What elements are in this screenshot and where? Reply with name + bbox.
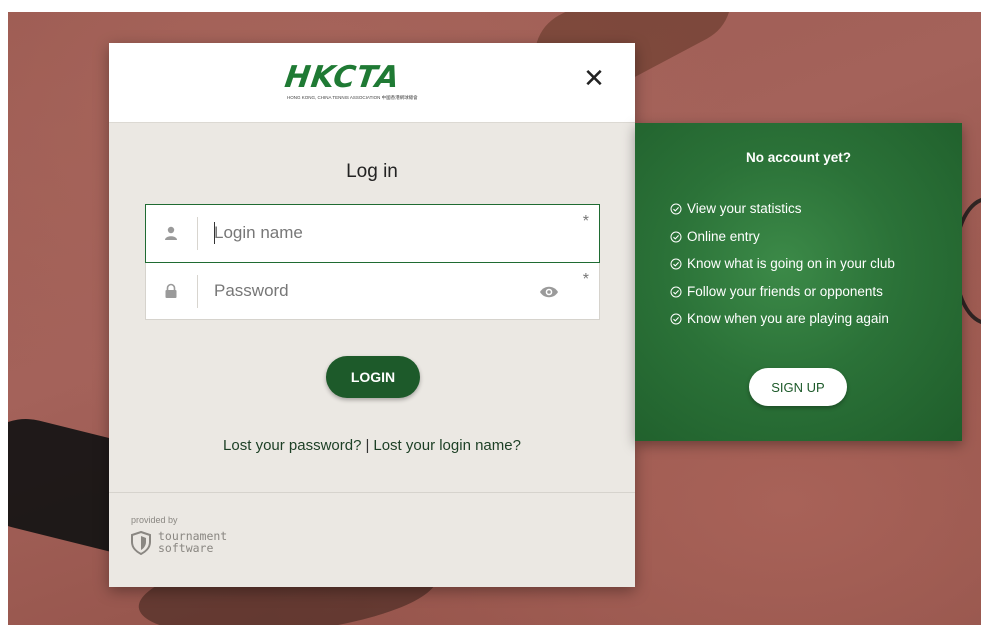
eye-icon[interactable] (539, 285, 559, 299)
lost-login-name-link[interactable]: Lost your login name? (373, 437, 521, 454)
benefit-text: Know when you are playing again (687, 311, 889, 326)
benefit-text: Know what is going on in your club (687, 256, 895, 271)
user-icon (165, 226, 177, 240)
modal-footer: provided by tournament software (109, 492, 635, 587)
modal-header: HKCTA HONG KONG, CHINA TENNIS ASSOCIATIO… (109, 43, 635, 123)
sign-up-button[interactable]: SIGN UP (749, 368, 847, 406)
tournament-software-logo[interactable]: tournament software (131, 529, 251, 559)
logo-subtitle: HONG KONG, CHINA TENNIS ASSOCIATION 中國香港… (287, 95, 418, 100)
benefit-text: Online entry (687, 228, 760, 244)
check-circle-icon (670, 231, 682, 242)
list-item: View your statistics (670, 195, 895, 223)
hkcta-logo: HKCTA HONG KONG, CHINA TENNIS ASSOCIATIO… (282, 60, 465, 103)
list-item: Follow your friends or opponents (670, 278, 895, 306)
provided-by-label: provided by (131, 515, 178, 525)
text-caret (214, 222, 215, 244)
close-icon[interactable]: ✕ (579, 63, 609, 93)
recovery-links: Lost your password? | Lost your login name… (109, 437, 635, 454)
lock-icon (165, 283, 177, 298)
benefit-text: Follow your friends or opponents (687, 283, 883, 299)
link-separator: | (365, 437, 370, 454)
login-form: * * (145, 204, 600, 320)
lost-password-link[interactable]: Lost your password? (223, 437, 361, 454)
page-title: Log in (346, 161, 398, 182)
required-marker: * (582, 213, 589, 230)
password-input[interactable] (214, 277, 514, 305)
list-item: Online entry (670, 223, 895, 251)
password-field: * (145, 263, 600, 320)
benefits-list: View your statistics Online entry Know w… (670, 195, 895, 333)
shield-icon (131, 531, 151, 555)
login-modal: HKCTA HONG KONG, CHINA TENNIS ASSOCIATIO… (109, 43, 635, 587)
list-item: Know when you are playing again (670, 305, 895, 333)
check-circle-icon (670, 286, 682, 297)
logo-wordmark: HKCTA (282, 60, 403, 95)
field-divider (197, 275, 198, 308)
signup-title: No account yet? (745, 150, 851, 165)
required-marker: * (582, 271, 589, 288)
check-circle-icon (670, 203, 682, 215)
login-name-input[interactable] (214, 219, 514, 247)
check-circle-icon (670, 313, 682, 325)
benefit-text: View your statistics (687, 201, 802, 216)
check-circle-icon (670, 258, 682, 270)
signup-panel: No account yet? View your statistics Onl… (635, 123, 962, 441)
login-name-field: * (145, 204, 600, 263)
field-divider (197, 217, 198, 250)
login-button[interactable]: LOGIN (326, 356, 420, 398)
list-item: Know what is going on in your club (670, 250, 895, 278)
provider-name: tournament software (158, 530, 227, 554)
provider-name-line2: software (158, 541, 214, 555)
